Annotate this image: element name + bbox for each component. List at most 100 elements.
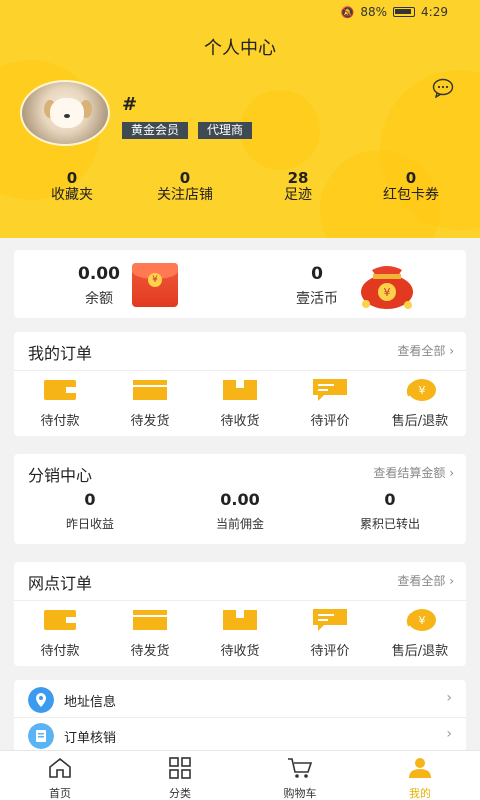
order-pending-review[interactable]: 待评价 bbox=[292, 378, 368, 429]
order-status-label: 待评价 bbox=[310, 644, 350, 659]
dist-value: 0 bbox=[384, 490, 396, 509]
section-title: 网点订单 bbox=[28, 574, 93, 593]
package-icon bbox=[223, 380, 257, 400]
balance-card: 0.00 余额 0 壹活币 ¥ bbox=[14, 250, 466, 318]
outlet-pending-payment[interactable]: 待付款 bbox=[22, 608, 98, 659]
stat-label: 红包卡券 bbox=[383, 187, 439, 203]
stat-value: 0 bbox=[405, 169, 417, 187]
document-icon bbox=[28, 723, 54, 749]
bottom-tab-bar: 首页 分类 购物车 我的 bbox=[0, 750, 480, 800]
status-bar: 🔕 88% 4:29 bbox=[0, 0, 480, 24]
username: # bbox=[122, 94, 138, 115]
comment-icon bbox=[313, 379, 347, 401]
order-after-sale[interactable]: ¥ 售后/退款 bbox=[382, 378, 458, 429]
yesterday-earnings[interactable]: 0 昨日收益 bbox=[30, 490, 150, 532]
home-icon bbox=[49, 757, 71, 778]
dist-value: 0 bbox=[84, 490, 96, 509]
outlet-orders-card: 网点订单 查看全部 › 待付款 待发货 待收货 待评价 ¥ 售后/退款 bbox=[14, 562, 466, 666]
order-status-label: 售后/退款 bbox=[391, 414, 449, 429]
user-icon bbox=[409, 758, 431, 778]
balance-item[interactable]: 0.00 余额 bbox=[64, 264, 134, 308]
view-all-outlet-orders-link[interactable]: 查看全部 › bbox=[397, 572, 454, 589]
wallet-icon bbox=[44, 380, 76, 400]
tab-label: 我的 bbox=[409, 787, 431, 800]
stat-value: 0 bbox=[66, 169, 78, 187]
total-transferred[interactable]: 0 累积已转出 bbox=[330, 490, 450, 532]
order-pending-payment[interactable]: 待付款 bbox=[22, 378, 98, 429]
tab-home[interactable]: 首页 bbox=[20, 757, 100, 800]
cart-icon bbox=[288, 758, 313, 778]
money-bag-icon: ¥ bbox=[361, 266, 413, 309]
order-status-label: 待发货 bbox=[130, 414, 170, 429]
avatar[interactable] bbox=[20, 80, 110, 146]
red-packet-icon bbox=[132, 263, 178, 307]
list-item-order-verify[interactable]: 订单核销 › bbox=[14, 718, 466, 754]
list-item-address[interactable]: 地址信息 › bbox=[14, 682, 466, 718]
coin-label: 壹活币 bbox=[296, 291, 338, 307]
box-icon bbox=[133, 610, 167, 630]
outlet-after-sale[interactable]: ¥ 售后/退款 bbox=[382, 608, 458, 659]
order-status-label: 待付款 bbox=[40, 414, 80, 429]
section-title: 分销中心 bbox=[28, 466, 93, 485]
user-badges: 黄金会员 代理商 bbox=[122, 122, 253, 139]
tab-category[interactable]: 分类 bbox=[140, 757, 220, 800]
list-item-label: 地址信息 bbox=[64, 695, 117, 710]
mute-icon: 🔕 bbox=[340, 5, 355, 19]
tab-label: 购物车 bbox=[283, 787, 317, 800]
order-status-label: 待收货 bbox=[220, 644, 260, 659]
chevron-right-icon: › bbox=[446, 726, 452, 742]
dist-value: 0.00 bbox=[220, 490, 260, 509]
tab-label: 首页 bbox=[49, 787, 71, 800]
box-icon bbox=[133, 380, 167, 400]
member-level-badge: 黄金会员 bbox=[122, 122, 189, 139]
dist-label: 累积已转出 bbox=[359, 517, 420, 531]
stat-footprints[interactable]: 28 足迹 bbox=[268, 170, 328, 204]
order-status-label: 售后/退款 bbox=[391, 644, 449, 659]
grid-icon bbox=[169, 757, 191, 779]
coin-item[interactable]: 0 壹活币 bbox=[282, 264, 352, 308]
balance-label: 余额 bbox=[85, 291, 113, 307]
balance-amount: 0.00 bbox=[78, 264, 120, 284]
svg-text:¥: ¥ bbox=[419, 384, 426, 397]
agent-badge: 代理商 bbox=[198, 122, 253, 139]
battery-icon bbox=[393, 7, 416, 17]
coin-amount: 0 bbox=[311, 264, 323, 284]
outlet-pending-receipt[interactable]: 待收货 bbox=[202, 608, 278, 659]
refund-icon: ¥ bbox=[406, 379, 436, 401]
tab-mine[interactable]: 我的 bbox=[380, 757, 460, 800]
order-status-label: 待付款 bbox=[40, 644, 80, 659]
stat-coupons[interactable]: 0 红包卡券 bbox=[366, 170, 456, 204]
wallet-icon bbox=[44, 610, 76, 630]
current-commission[interactable]: 0.00 当前佣金 bbox=[180, 490, 300, 532]
dist-label: 昨日收益 bbox=[65, 517, 114, 531]
stat-label: 收藏夹 bbox=[51, 187, 93, 203]
location-icon bbox=[28, 687, 54, 713]
order-pending-shipment[interactable]: 待发货 bbox=[112, 378, 188, 429]
chevron-right-icon: › bbox=[446, 690, 452, 706]
outlet-pending-review[interactable]: 待评价 bbox=[292, 608, 368, 659]
profile-stats: 0 收藏夹 0 关注店铺 28 足迹 0 红包卡券 bbox=[0, 170, 480, 210]
clock: 4:29 bbox=[421, 5, 448, 19]
settings-list: 地址信息 › 订单核销 › bbox=[14, 680, 466, 750]
divider bbox=[14, 600, 466, 601]
battery-percent: 88% bbox=[360, 5, 388, 19]
stat-followed-stores[interactable]: 0 关注店铺 bbox=[140, 170, 230, 204]
package-icon bbox=[223, 610, 257, 630]
stat-favorites[interactable]: 0 收藏夹 bbox=[36, 170, 108, 204]
page-title: 个人中心 bbox=[204, 38, 276, 59]
view-settlement-link[interactable]: 查看结算金额 › bbox=[373, 464, 454, 481]
view-all-orders-link[interactable]: 查看全部 › bbox=[397, 342, 454, 359]
order-status-label: 待评价 bbox=[310, 414, 350, 429]
tab-label: 分类 bbox=[169, 787, 191, 800]
stat-value: 28 bbox=[287, 169, 309, 187]
tab-cart[interactable]: 购物车 bbox=[260, 757, 340, 800]
comment-icon bbox=[313, 609, 347, 631]
divider bbox=[14, 370, 466, 371]
order-status-label: 待收货 bbox=[220, 414, 260, 429]
order-pending-receipt[interactable]: 待收货 bbox=[202, 378, 278, 429]
stat-label: 足迹 bbox=[284, 187, 312, 203]
outlet-pending-shipment[interactable]: 待发货 bbox=[112, 608, 188, 659]
profile-header: 🔕 88% 4:29 个人中心 # 黄金会员 代理商 0 收藏夹 0 关注店铺 … bbox=[0, 0, 480, 238]
svg-text:¥: ¥ bbox=[419, 614, 426, 627]
message-icon[interactable] bbox=[432, 78, 454, 98]
